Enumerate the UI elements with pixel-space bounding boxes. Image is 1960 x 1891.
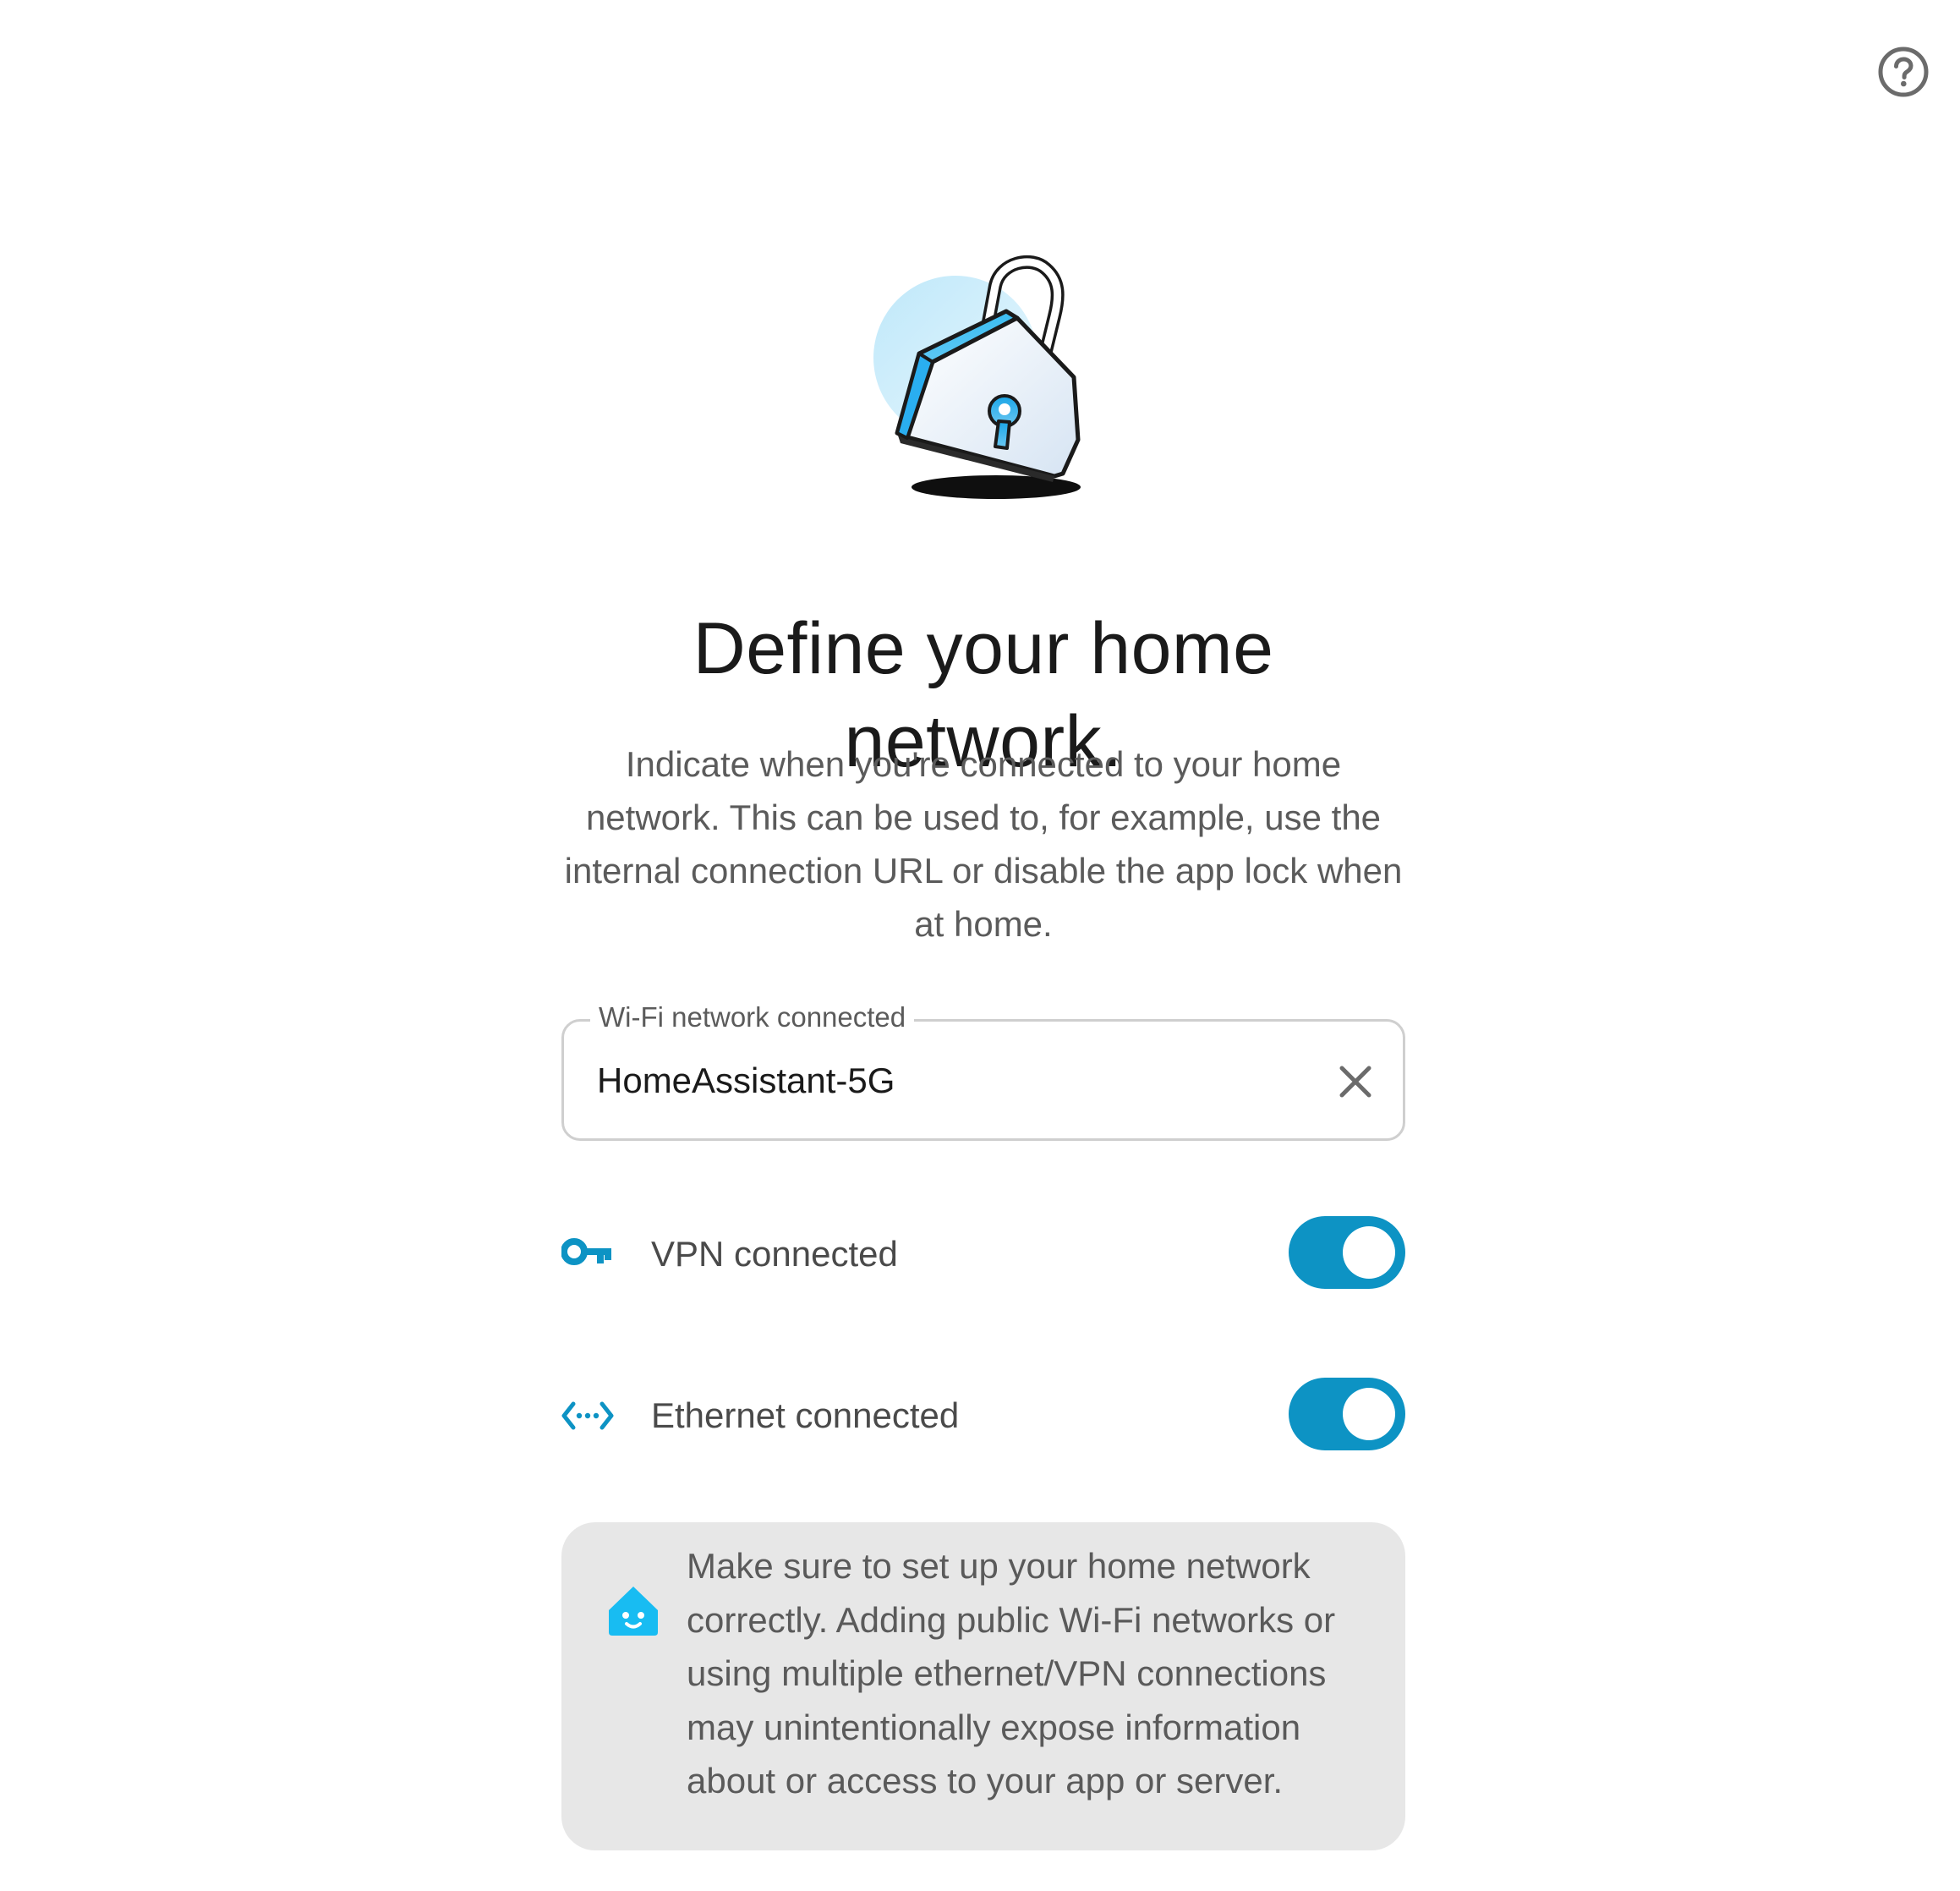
vpn-toggle-switch[interactable] [1289, 1216, 1405, 1289]
toggle-row-ethernet[interactable]: Ethernet connected [561, 1378, 1405, 1454]
key-icon [561, 1235, 614, 1274]
switch-thumb [1343, 1226, 1395, 1279]
page-description: Indicate when you're connected to your h… [564, 744, 1403, 944]
warning-notice: Make sure to set up your home network co… [561, 1522, 1405, 1850]
ethernet-toggle-label: Ethernet connected [651, 1395, 960, 1435]
wifi-network-input[interactable]: HomeAssistant-5G [597, 1055, 1290, 1106]
toggle-row-vpn[interactable]: VPN connected [561, 1216, 1405, 1292]
padlock-illustration [867, 252, 1103, 506]
switch-thumb [1343, 1388, 1395, 1440]
wifi-field-label: Wi-Fi network connected [590, 998, 915, 1037]
ethernet-toggle-switch[interactable] [1289, 1378, 1405, 1450]
vpn-toggle-label: VPN connected [651, 1234, 898, 1274]
help-icon[interactable] [1877, 46, 1930, 98]
close-icon[interactable] [1334, 1061, 1377, 1103]
ethernet-icon [561, 1396, 614, 1435]
notice-text: Make sure to set up your home network co… [687, 1546, 1336, 1801]
home-assistant-icon [605, 1583, 661, 1639]
